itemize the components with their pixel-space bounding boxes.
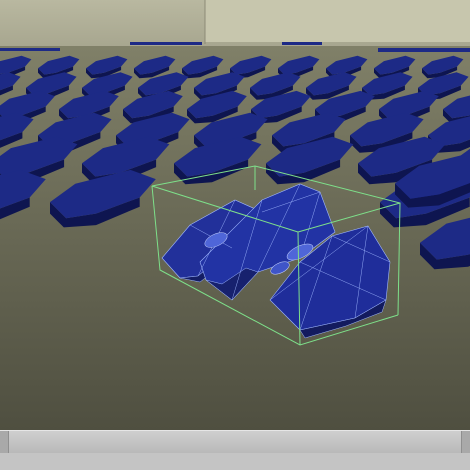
status-grip-left [0,431,9,453]
far-object [0,48,60,51]
status-lower [0,453,470,470]
far-object [130,42,202,45]
far-object [282,42,322,45]
status-bar [0,430,470,470]
status-strip [0,430,470,454]
status-grip-right [461,431,470,453]
3d-viewport[interactable] [0,0,470,430]
back-wall-panel [205,0,470,42]
scene-canvas[interactable] [0,0,470,430]
far-object [378,48,470,52]
